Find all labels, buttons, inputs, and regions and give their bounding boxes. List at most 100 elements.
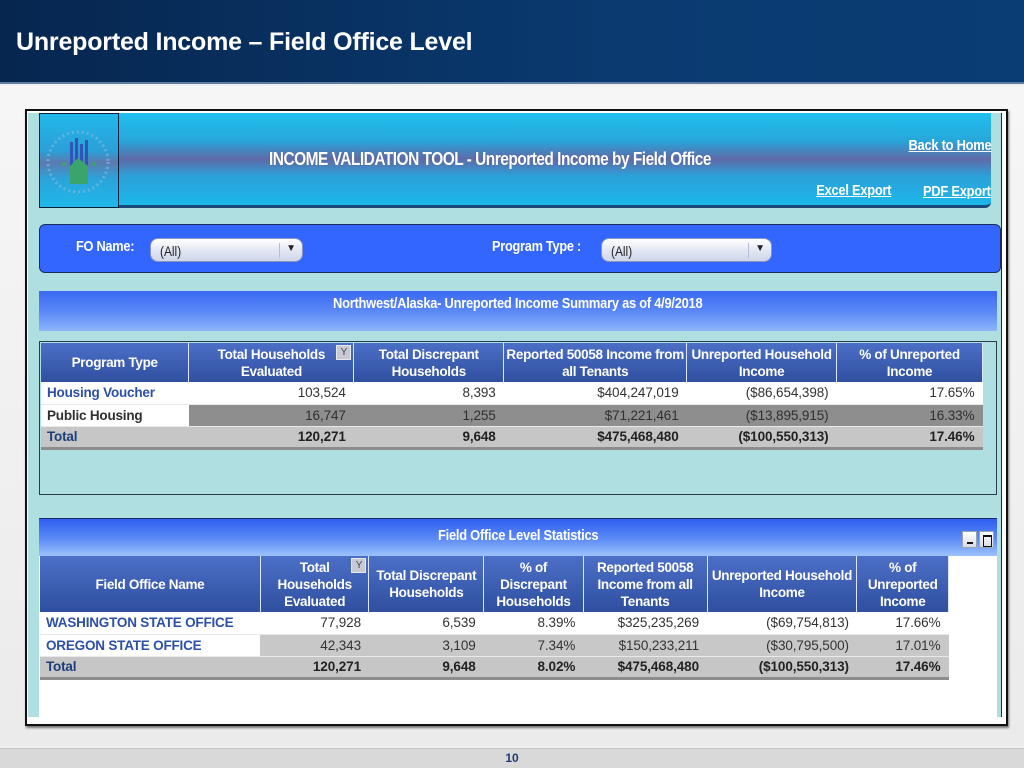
field-office-link[interactable]: WASHINGTON STATE OFFICE	[40, 612, 261, 635]
slide-header: Unreported Income – Field Office Level	[0, 0, 1024, 84]
col-total-households[interactable]: Total Households Evaluated Y	[188, 343, 355, 382]
program-type-select[interactable]: (All) ▼	[601, 238, 772, 262]
cell-discrepant: 9,648	[353, 426, 504, 450]
cell-unreported-income: ($69,754,813)	[707, 612, 857, 635]
hud-seal-icon	[39, 113, 119, 208]
cell-discrepant: 3,109	[368, 634, 484, 657]
summary-title: Northwest/Alaska- Unreported Income Summ…	[333, 295, 703, 312]
summary-title-wrap: Northwest/Alaska- Unreported Income Summ…	[39, 295, 997, 312]
app-canvas: INCOME VALIDATION TOOL - Unreported Inco…	[39, 113, 1001, 717]
program-type-link[interactable]: Public Housing	[41, 404, 189, 427]
cell-unreported-income: ($100,550,313)	[686, 426, 837, 450]
field-office-title-wrap: Field Office Level Statistics	[39, 527, 997, 544]
fo-name-label: FO Name:	[76, 238, 135, 255]
cell-total-households: 120,271	[260, 656, 369, 680]
slide-footer: 10	[0, 748, 1024, 768]
col-total-households-label: Total Households Evaluated	[277, 559, 353, 609]
cell-unreported-income: ($13,895,915)	[686, 404, 837, 427]
filter-icon[interactable]: Y	[336, 345, 352, 360]
cell-reported-income: $150,233,211	[583, 634, 707, 657]
total-label: Total	[41, 426, 189, 450]
cell-pct-unreported: 17.01%	[856, 634, 949, 657]
cell-total-households: 120,271	[188, 426, 354, 450]
select-separator	[279, 243, 280, 258]
app-banner: INCOME VALIDATION TOOL - Unreported Inco…	[39, 113, 991, 208]
col-reported-income[interactable]: Reported 50058 Income from all Tenants	[503, 343, 688, 382]
cell-pct-discrepant: 8.39%	[483, 612, 584, 635]
field-office-link[interactable]: OREGON STATE OFFICE	[40, 634, 261, 657]
summary-title-bar: Northwest/Alaska- Unreported Income Summ…	[39, 291, 997, 331]
col-total-households[interactable]: Total Households Evaluated Y	[260, 556, 370, 612]
col-reported-income[interactable]: Reported 50058 Income from all Tenants	[583, 556, 708, 612]
table-row: Housing Voucher 103,524 8,393 $404,247,0…	[41, 382, 983, 405]
cell-total-households: 16,747	[188, 404, 354, 427]
cell-unreported-income: ($100,550,313)	[707, 656, 857, 680]
cell-reported-income: $475,468,480	[503, 426, 687, 450]
summary-panel: Program Type Total Households Evaluated Y…	[39, 341, 997, 495]
dropdown-arrow-icon[interactable]: ▼	[286, 243, 296, 254]
cell-pct-unreported: 16.33%	[836, 404, 983, 427]
field-office-header-row: Field Office Name Total Households Evalu…	[40, 556, 949, 612]
cell-discrepant: 9,648	[368, 656, 484, 680]
canvas-left-strip	[28, 113, 39, 717]
program-type-link[interactable]: Housing Voucher	[41, 382, 189, 405]
summary-table: Program Type Total Households Evaluated Y…	[41, 343, 983, 450]
cell-total-households: 103,524	[188, 382, 354, 405]
cell-total-households: 77,928	[260, 612, 369, 635]
select-separator	[748, 243, 749, 258]
fo-name-select[interactable]: (All) ▼	[150, 238, 303, 262]
col-unreported-income[interactable]: Unreported Household Income	[707, 556, 858, 612]
field-office-title: Field Office Level Statistics	[437, 527, 599, 544]
col-total-households-label: Total Households Evaluated	[217, 346, 326, 379]
cell-pct-unreported: 17.65%	[836, 382, 983, 405]
cell-reported-income: $404,247,019	[503, 382, 687, 405]
col-unreported-income[interactable]: Unreported Household Income	[686, 343, 838, 382]
minimize-icon[interactable]	[962, 531, 977, 548]
slide-title: Unreported Income – Field Office Level	[16, 28, 473, 56]
pdf-export-link[interactable]: PDF Export	[923, 183, 991, 200]
field-office-title-bar: Field Office Level Statistics	[39, 518, 997, 556]
cell-pct-unreported: 17.46%	[856, 656, 949, 680]
cell-discrepant: 8,393	[353, 382, 504, 405]
cell-discrepant: 6,539	[368, 612, 484, 635]
program-type-value: (All)	[611, 243, 633, 259]
field-office-panel: Field Office Name Total Households Evalu…	[39, 556, 997, 717]
filter-bar: FO Name: (All) ▼ Program Type : (All) ▼	[39, 224, 1001, 273]
fo-name-value: (All)	[160, 243, 182, 259]
back-to-home-link[interactable]: Back to Home	[908, 137, 991, 154]
cell-unreported-income: ($86,654,398)	[686, 382, 837, 405]
col-pct-discrepant[interactable]: % of Discrepant Households	[483, 556, 584, 612]
app-title: INCOME VALIDATION TOOL - Unreported Inco…	[269, 149, 711, 169]
col-program-type[interactable]: Program Type	[41, 343, 190, 382]
cell-pct-discrepant: 7.34%	[483, 634, 584, 657]
cell-discrepant: 1,255	[353, 404, 504, 427]
cell-unreported-income: ($30,795,500)	[707, 634, 857, 657]
table-row: OREGON STATE OFFICE 42,343 3,109 7.34% $…	[40, 634, 949, 657]
filter-icon[interactable]: Y	[351, 558, 367, 573]
col-pct-unreported[interactable]: % of Unreported Income	[856, 556, 949, 612]
cell-pct-unreported: 17.66%	[856, 612, 949, 635]
cell-pct-unreported: 17.46%	[836, 426, 983, 450]
excel-export-link[interactable]: Excel Export	[816, 182, 891, 199]
program-type-label: Program Type :	[492, 238, 582, 255]
cell-reported-income: $325,235,269	[583, 612, 707, 635]
dropdown-arrow-icon[interactable]: ▼	[755, 243, 765, 254]
col-discrepant[interactable]: Total Discrepant Households	[368, 556, 485, 612]
maximize-icon[interactable]	[979, 531, 994, 548]
total-label: Total	[40, 656, 261, 680]
cell-pct-discrepant: 8.02%	[483, 656, 584, 680]
cell-reported-income: $475,468,480	[583, 656, 707, 680]
total-row: Total 120,271 9,648 $475,468,480 ($100,5…	[41, 426, 983, 450]
app-screenshot-frame: INCOME VALIDATION TOOL - Unreported Inco…	[25, 109, 1008, 726]
cell-reported-income: $71,221,461	[503, 404, 687, 427]
table-row: WASHINGTON STATE OFFICE 77,928 6,539 8.3…	[40, 612, 949, 635]
col-pct-unreported[interactable]: % of Unreported Income	[836, 343, 983, 382]
summary-header-row: Program Type Total Households Evaluated Y…	[41, 343, 983, 382]
field-office-table: Field Office Name Total Households Evalu…	[40, 556, 949, 680]
cell-total-households: 42,343	[260, 634, 369, 657]
total-row: Total 120,271 9,648 8.02% $475,468,480 (…	[40, 656, 949, 680]
table-row: Public Housing 16,747 1,255 $71,221,461 …	[41, 404, 983, 427]
page-number: 10	[505, 751, 519, 765]
col-discrepant[interactable]: Total Discrepant Households	[353, 343, 505, 382]
col-field-office-name[interactable]: Field Office Name	[40, 556, 261, 612]
